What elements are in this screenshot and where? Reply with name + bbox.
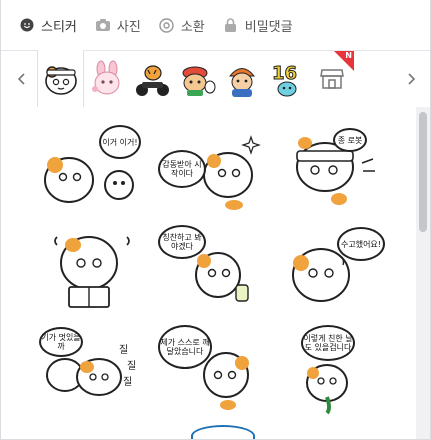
tiger-rider-thumb [135,65,169,96]
boy-cap-thumb [228,68,255,97]
mention-label: 소환 [180,19,205,35]
sticker-speech-bubble: 이렇게 친한 날도 있을겁니다 [301,325,355,361]
sticker-scrollbar-thumb[interactable] [419,112,427,232]
tab-boy-cap-pack[interactable] [219,51,264,107]
svg-text:질: 질 [123,376,132,388]
sticker-grid: 이거 이거! 감동받아 시작이다 종 로봇 칭찬하고 봐야겠다 수고했어요! 질… [1,107,418,439]
tab-sticker-store[interactable]: N [309,51,354,107]
at-icon [159,17,175,33]
sticker-speech-bubble: 종 로봇 [333,128,367,152]
sticker-item[interactable]: 제가 스스로 깨달았습니다 [156,325,266,415]
sticker-item[interactable]: 칭찬하고 봐야겠다 [156,225,266,315]
photo-tool[interactable]: 사진 [95,16,141,35]
store-icon [319,69,344,89]
sticker-item[interactable]: 이렇게 친한 날도 있을겁니다 [287,325,397,415]
secret-comment-tool[interactable]: 비밀댓글 [223,16,293,35]
sticker-speech-bubble: 제가 스스로 깨달았습니다 [158,325,212,369]
camera-icon [95,17,111,33]
sticker-speech-bubble: 수고했어요! [337,227,385,261]
sticker-panel: 스티커 사진 소환 비밀댓글 16 N 이거 이거! 감동받아 시작이다 종 로… [0,0,431,440]
sticker-item[interactable]: 종 로봇 [287,125,397,215]
svg-text:16: 16 [272,63,297,84]
hamster-thumb [44,65,77,95]
comment-toolbar: 스티커 사진 소환 비밀댓글 [1,0,430,50]
mention-tool[interactable]: 소환 [159,16,205,35]
svg-text:질: 질 [119,344,128,356]
secret-comment-label: 비밀댓글 [244,19,293,35]
tab-hamster-pack[interactable] [37,50,84,107]
sticker-speech-bubble: 이거 이거! [99,125,141,159]
pack-list: 16 N [37,50,354,107]
sticker-item[interactable]: 질 질 질 기가 멋있을까 [39,325,149,415]
sticker-speech-bubble: 감동받아 시작이다 [158,150,206,188]
sticker-label: 스티커 [41,19,77,35]
chevron-right-icon[interactable] [396,51,426,107]
pink-bunny-thumb [91,60,119,95]
sticker-item[interactable]: 수고했어요! [287,225,397,315]
sticker-pack-tabs: 16 N [1,50,430,108]
sticker-speech-bubble: 칭찬하고 봐야겠다 [158,225,206,259]
sticker-item[interactable]: 이거 이거! [39,125,149,215]
svg-text:질: 질 [127,360,136,372]
tab-pink-bunny-pack[interactable] [84,51,129,107]
sticker-tool[interactable]: 스티커 [19,16,77,35]
smiley-icon [19,17,35,33]
sticker-item[interactable]: 감동받아 시작이다 [156,125,266,215]
frog-hat-thumb [182,66,215,96]
tab-frog-hat-pack[interactable] [174,51,219,107]
tab-number-16-pack[interactable]: 16 [264,51,309,107]
tab-tiger-rider-pack[interactable] [129,51,174,107]
photo-label: 사진 [116,19,141,35]
number-16-thumb: 16 [271,63,297,97]
sticker-speech-bubble: 기가 멋있을까 [39,327,83,357]
sticker-item[interactable] [39,225,149,315]
lock-icon [223,17,239,33]
sticker-item-partial[interactable] [191,425,255,439]
chevron-left-icon[interactable] [7,51,37,107]
new-badge-label: N [345,51,352,60]
